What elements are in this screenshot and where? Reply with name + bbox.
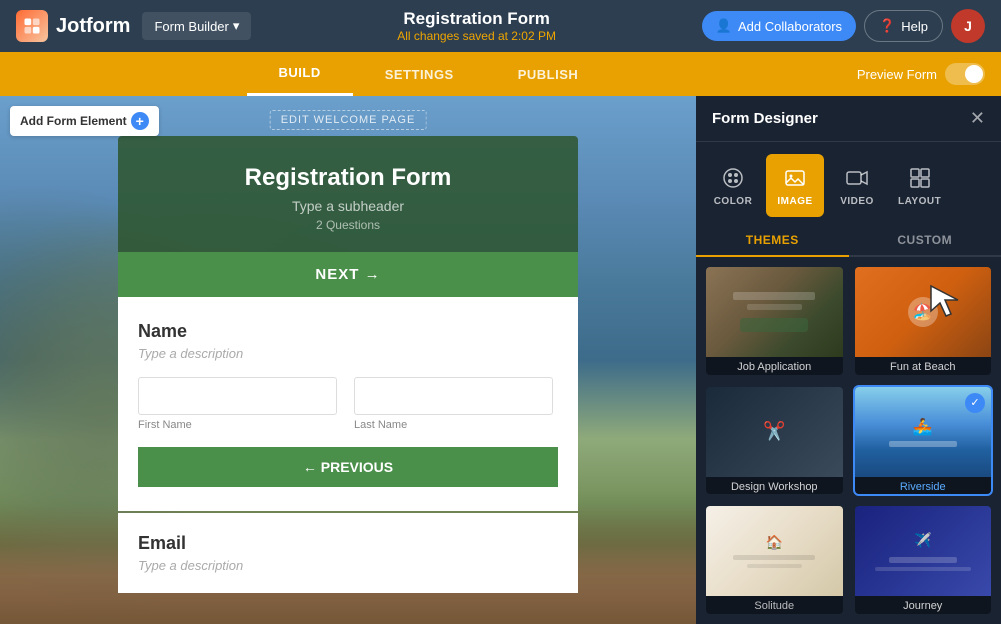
theme-item-fun-at-beach[interactable]: 🏖️ Fun at Beach	[853, 265, 994, 377]
tab-bar: BUILD SETTINGS PUBLISH Preview Form	[0, 52, 1001, 96]
add-form-element-label: Add Form Element	[20, 114, 127, 128]
logo-area: Jotform	[16, 10, 130, 42]
theme-label-job: Job Application	[706, 357, 843, 377]
theme-item-design-workshop[interactable]: ✂️ Design Workshop	[704, 385, 845, 497]
form-builder-button[interactable]: Form Builder ▾	[142, 12, 251, 40]
name-inputs-row: First Name Last Name	[138, 377, 558, 431]
form-card: Registration Form Type a subheader 2 Que…	[118, 136, 578, 593]
video-tab-label: VIDEO	[840, 196, 874, 207]
avatar[interactable]: J	[951, 9, 985, 43]
theme-thumbnail-solitude: 🏠	[706, 506, 843, 596]
theme-item-riverside[interactable]: ✓ 🚣 Riverside	[853, 385, 994, 497]
tab-settings[interactable]: SETTINGS	[353, 52, 486, 96]
top-nav: Jotform Form Builder ▾ Registration Form…	[0, 0, 1001, 52]
next-label: NEXT →	[315, 266, 380, 283]
theme-label-workshop: Design Workshop	[706, 477, 843, 497]
preview-label: Preview Form	[857, 67, 937, 82]
name-field-title: Name	[138, 321, 558, 342]
theme-label-beach: Fun at Beach	[855, 357, 992, 377]
tab-bar-tabs: BUILD SETTINGS PUBLISH	[0, 52, 857, 96]
theme-thumbnail-journey: ✈️	[855, 506, 992, 596]
designer-tab-image[interactable]: IMAGE	[766, 154, 824, 217]
first-name-group: First Name	[138, 377, 342, 431]
tab-publish[interactable]: PUBLISH	[486, 52, 611, 96]
palette-icon	[719, 164, 747, 192]
last-name-input[interactable]	[354, 377, 553, 415]
last-name-group: Last Name	[354, 377, 558, 431]
sub-tabs: THEMES CUSTOM	[696, 225, 1001, 257]
form-previous-button[interactable]: ← PREVIOUS	[138, 447, 558, 487]
theme-thumbnail-workshop: ✂️	[706, 387, 843, 477]
theme-label-journey: Journey	[855, 596, 992, 616]
color-tab-label: COLOR	[714, 196, 753, 207]
main-content: Add Form Element + EDIT WELCOME PAGE Reg…	[0, 96, 1001, 624]
form-header: Registration Form Type a subheader 2 Que…	[118, 136, 578, 252]
layout-tab-label: LAYOUT	[898, 196, 941, 207]
designer-tab-video[interactable]: VIDEO	[828, 154, 886, 217]
designer-tabs: COLOR IMAGE VIDEO LAYOUT	[696, 142, 1001, 217]
add-collab-label: Add Collaborators	[738, 19, 842, 34]
name-field-desc: Type a description	[138, 346, 558, 361]
panel-close-button[interactable]: ✕	[970, 108, 985, 129]
form-questions-count: 2 Questions	[138, 218, 558, 232]
add-collaborators-button[interactable]: 👤 Add Collaborators	[702, 11, 856, 41]
edit-welcome-label: EDIT WELCOME PAGE	[270, 110, 427, 130]
theme-item-solitude[interactable]: 🏠 Solitude	[704, 504, 845, 616]
canvas-area: Add Form Element + EDIT WELCOME PAGE Reg…	[0, 96, 696, 624]
form-title: Registration Form	[263, 9, 689, 29]
plus-icon: +	[131, 112, 149, 130]
prev-label: ← PREVIOUS	[303, 459, 393, 475]
selected-check-icon: ✓	[965, 393, 985, 413]
theme-thumbnail-job	[706, 267, 843, 357]
image-tab-label: IMAGE	[777, 196, 812, 207]
email-field-desc: Type a description	[138, 558, 558, 573]
theme-item-job-application[interactable]: Job Application	[704, 265, 845, 377]
add-form-element-button[interactable]: Add Form Element +	[10, 106, 159, 136]
tab-build[interactable]: BUILD	[247, 52, 353, 96]
chevron-down-icon: ▾	[233, 18, 240, 34]
jotform-logo-icon	[16, 10, 48, 42]
first-name-label: First Name	[138, 419, 342, 431]
theme-grid: Job Application 🏖️ Fun at Beach ✂️	[696, 257, 1001, 624]
theme-label-solitude: Solitude	[706, 596, 843, 616]
question-icon: ❓	[879, 18, 895, 34]
form-name-section: Name Type a description First Name Last …	[118, 297, 578, 511]
logo-text: Jotform	[56, 15, 130, 38]
designer-tab-color[interactable]: COLOR	[704, 154, 762, 217]
form-next-button[interactable]: NEXT →	[118, 252, 578, 297]
video-icon	[843, 164, 871, 192]
panel-header: Form Designer ✕	[696, 96, 1001, 142]
center-title-area: Registration Form All changes saved at 2…	[263, 9, 689, 43]
help-button[interactable]: ❓ Help	[864, 10, 943, 42]
layout-icon	[906, 164, 934, 192]
preview-area: Preview Form	[857, 63, 985, 85]
nav-right: 👤 Add Collaborators ❓ Help J	[702, 9, 985, 43]
form-header-title: Registration Form	[138, 164, 558, 192]
form-builder-label: Form Builder	[154, 19, 228, 34]
email-field-title: Email	[138, 533, 558, 554]
image-icon	[781, 164, 809, 192]
person-icon: 👤	[716, 18, 732, 34]
last-name-label: Last Name	[354, 419, 558, 431]
add-form-element-area: Add Form Element +	[10, 106, 159, 136]
theme-thumbnail-beach: 🏖️	[855, 267, 992, 357]
email-section: Email Type a description	[118, 513, 578, 593]
first-name-input[interactable]	[138, 377, 337, 415]
theme-label-riverside: Riverside	[855, 477, 992, 497]
designer-panel: Form Designer ✕ COLOR IMAGE	[696, 96, 1001, 624]
saved-status: All changes saved at 2:02 PM	[263, 29, 689, 43]
help-label: Help	[901, 19, 928, 34]
sub-tab-custom[interactable]: CUSTOM	[849, 225, 1001, 255]
panel-title: Form Designer	[712, 110, 818, 127]
preview-toggle[interactable]	[945, 63, 985, 85]
designer-tab-layout[interactable]: LAYOUT	[890, 154, 949, 217]
sub-tab-themes[interactable]: THEMES	[696, 225, 849, 257]
theme-item-journey[interactable]: ✈️ Journey	[853, 504, 994, 616]
form-subheader: Type a subheader	[138, 198, 558, 214]
